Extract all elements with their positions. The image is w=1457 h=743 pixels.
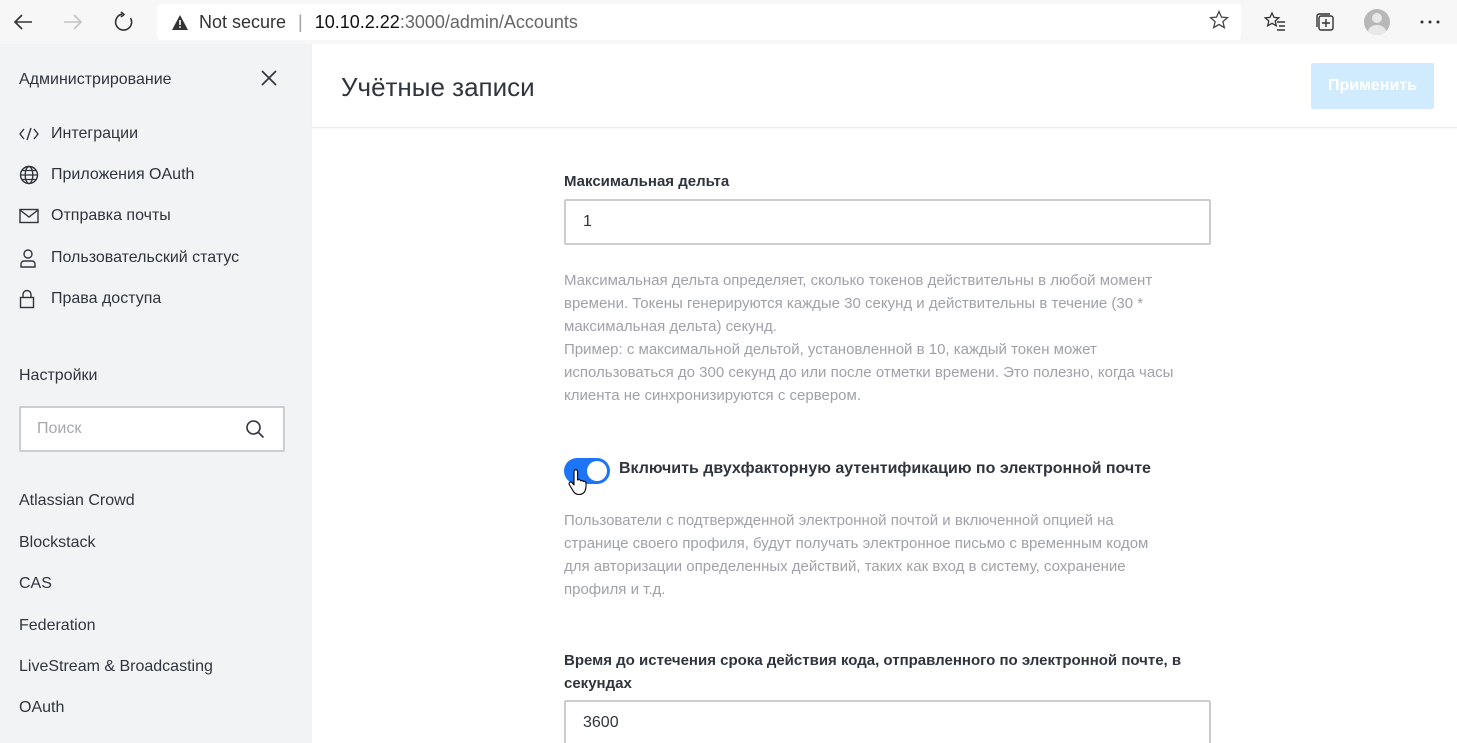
admin-sidebar: Администрирование Интеграции Приложения … — [0, 44, 312, 743]
toggle-knob — [587, 461, 607, 481]
code-expiry-input[interactable]: 3600 — [564, 700, 1211, 743]
address-separator: | — [298, 11, 303, 32]
favorites-icon[interactable] — [1261, 8, 1289, 36]
close-icon[interactable] — [257, 66, 281, 90]
forward-icon[interactable] — [58, 7, 88, 37]
sidebar-item-label: Права доступа — [51, 290, 162, 307]
hint-line: для авторизации определенных действий, т… — [564, 558, 1126, 575]
apply-button[interactable]: Применить — [1311, 63, 1434, 109]
hint-line: Пример: с максимальной дельтой, установл… — [564, 341, 1097, 358]
hint-line: клиента не синхронизируются с сервером. — [564, 387, 862, 404]
sidebar-item-label: Приложения OAuth — [51, 166, 195, 183]
settings-link-livestream[interactable]: LiveStream & Broadcasting — [19, 658, 213, 676]
max-delta-hint: Максимальная дельта определяет, сколько … — [564, 269, 1224, 407]
collections-icon[interactable] — [1311, 8, 1339, 36]
settings-search-input[interactable] — [37, 420, 237, 438]
sidebar-item-label: Интеграции — [51, 125, 139, 142]
max-delta-value: 1 — [583, 213, 592, 230]
avatar — [1364, 9, 1390, 35]
page-header: Учётные записи Применить — [312, 44, 1457, 128]
mail-icon — [19, 206, 41, 226]
lock-icon — [19, 289, 41, 309]
max-delta-input[interactable]: 1 — [564, 199, 1211, 245]
sidebar-item-permissions[interactable]: Права доступа — [19, 287, 161, 311]
sidebar-item-integrations[interactable]: Интеграции — [19, 122, 138, 146]
warning-icon — [171, 13, 189, 31]
settings-link-atlassian-crowd[interactable]: Atlassian Crowd — [19, 492, 135, 510]
hint-line: Максимальная дельта определяет, сколько … — [564, 272, 1153, 289]
settings-section-title: Настройки — [19, 367, 98, 384]
settings-link-cas[interactable]: CAS — [19, 575, 52, 593]
label-line: секундах — [564, 675, 632, 692]
hint-line: времени. Токены генерируются каждые 30 с… — [564, 295, 1144, 312]
url-path: :3000/admin/Accounts — [399, 11, 578, 32]
globe-icon — [19, 165, 41, 185]
address-bar[interactable]: Not secure | 10.10.2.22:3000/admin/Accou… — [157, 4, 1241, 40]
code-expiry-label: Время до истечения срока действия кода, … — [564, 649, 1214, 695]
url-host: 10.10.2.22 — [314, 11, 400, 32]
code-expiry-value: 3600 — [583, 714, 619, 731]
settings-link-blockstack[interactable]: Blockstack — [19, 534, 95, 552]
settings-search — [19, 406, 285, 452]
more-icon[interactable] — [1416, 8, 1444, 36]
email-2fa-label: Включить двухфакторную аутентификацию по… — [619, 460, 1151, 477]
label-line: Время до истечения срока действия кода, … — [564, 652, 1182, 669]
settings-link-federation[interactable]: Federation — [19, 617, 96, 635]
star-icon[interactable] — [1208, 9, 1230, 36]
browser-toolbar: Not secure | 10.10.2.22:3000/admin/Accou… — [0, 0, 1457, 44]
hint-line: максимальная дельта) секунд. — [564, 318, 777, 335]
email-2fa-hint: Пользователи с подтвержденной электронно… — [564, 509, 1224, 601]
settings-link-oauth[interactable]: OAuth — [19, 699, 64, 717]
back-icon[interactable] — [8, 7, 38, 37]
hint-line: странице своего профиля, будут получать … — [564, 535, 1149, 552]
hand-cursor-icon — [568, 469, 587, 496]
hint-line: использоваться до 300 секунд до или посл… — [564, 364, 1174, 381]
hint-line: профиля и т.д. — [564, 581, 666, 598]
sidebar-item-label: Отправка почты — [51, 207, 171, 224]
main-content: Учётные записи Применить Максимальная де… — [312, 44, 1457, 743]
code-icon — [19, 124, 41, 144]
sidebar-item-custom-status[interactable]: Пользовательский статус — [19, 246, 239, 270]
sidebar-item-label: Пользовательский статус — [51, 249, 240, 266]
profile-icon[interactable] — [1363, 8, 1391, 36]
sidebar-item-oauth-apps[interactable]: Приложения OAuth — [19, 163, 194, 187]
not-secure-label: Not secure — [199, 11, 287, 32]
max-delta-label: Максимальная дельта — [564, 173, 730, 190]
sidebar-title: Администрирование — [19, 71, 172, 88]
page-title: Учётные записи — [341, 72, 535, 102]
sidebar-item-email[interactable]: Отправка почты — [19, 204, 171, 228]
search-icon[interactable] — [245, 419, 267, 441]
refresh-icon[interactable] — [109, 7, 139, 37]
user-icon — [19, 248, 41, 268]
hint-line: Пользователи с подтвержденной электронно… — [564, 512, 1114, 529]
